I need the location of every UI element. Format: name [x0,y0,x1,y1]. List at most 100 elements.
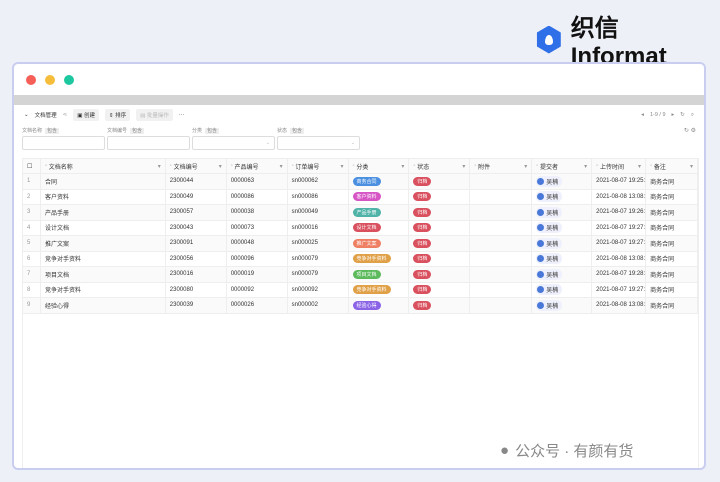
row-number: 9 [23,298,41,313]
submitter: 吴楠 [536,206,563,218]
status-tag: 归档 [413,207,432,217]
order-number: sn000062 [288,174,349,189]
row-number: 3 [23,205,41,220]
filter-operator[interactable]: 包含 [290,128,305,134]
note: 商务合同 [646,236,698,251]
doc-name: 产品手册 [41,205,166,220]
collapse-icon[interactable]: ⌄ [24,112,29,118]
column-header[interactable]: ◦ 分类 [349,159,410,173]
column-header[interactable]: ◦ 上传时间 [592,159,647,173]
product-number: 0000048 [227,236,288,251]
product-number: 0000019 [227,267,288,282]
product-number: 0000096 [227,251,288,266]
refresh-icon[interactable]: ↻ [680,112,685,119]
doc-number: 2300043 [166,220,227,235]
table-row[interactable]: 5 推广文案 2300091 0000048 sn000025 推广文案 归档 … [23,236,698,252]
batch-button[interactable]: ▤ 批量操作 [136,109,173,121]
order-number: sn000079 [288,267,349,282]
table-row[interactable]: 9 经验心得 2300039 0000026 sn000002 经验心得 归档 … [23,298,698,314]
column-header[interactable]: ◦ 备注 [646,159,698,173]
category-tag: 产品手册 [352,207,381,217]
doc-name: 客户资料 [41,189,166,204]
category-tag: 项目文档 [352,269,381,279]
filter-bar: ↻ ⚙ 文档名称 包含 文档编号 包含 分类 包含 ⌄ 状态 包含 ⌄ [14,125,704,150]
category-tag: 客户资料 [352,192,381,202]
table-row[interactable]: 2 客户资料 2300049 0000086 sn000086 客户资料 归档 … [23,189,698,205]
status-tag: 归档 [413,300,432,310]
row-number: 2 [23,189,41,204]
logo-icon [536,25,561,54]
table-row[interactable]: 8 竞争对手资料 2300080 0000092 sn000092 竞争对手资料… [23,282,698,298]
share-icon[interactable]: ⋖ [63,112,68,118]
filter-operator[interactable]: 包含 [205,128,220,134]
table-row[interactable]: 4 设计文档 2300043 0000073 sn000016 设计文档 归档 … [23,220,698,236]
product-number: 0000092 [227,282,288,297]
doc-number: 2300039 [166,298,227,313]
avatar [537,286,545,294]
category-tag: 商务合同 [352,176,381,186]
order-number: sn000092 [288,282,349,297]
column-header[interactable]: ◦ 文档编号 [166,159,227,173]
filter-input[interactable] [107,136,190,150]
status-tag: 归档 [413,223,432,233]
note: 商务合同 [646,174,698,189]
data-table: ☐◦ 文档名称◦ 文档编号◦ 产品编号◦ 订单编号◦ 分类◦ 状态◦ 附件◦ 提… [22,158,699,468]
sort-button[interactable]: ⇕ 排序 [104,109,131,121]
submitter: 吴楠 [536,299,563,311]
column-header[interactable]: ◦ 状态 [409,159,471,173]
table-header: ☐◦ 文档名称◦ 文档编号◦ 产品编号◦ 订单编号◦ 分类◦ 状态◦ 附件◦ 提… [23,159,698,174]
note: 商务合同 [646,251,698,266]
column-header[interactable]: ◦ 附件 [470,159,533,173]
note: 商务合同 [646,282,698,297]
column-header[interactable]: ◦ 订单编号 [288,159,349,173]
create-button[interactable]: ▣ 创建 [73,109,99,121]
minimize-dot[interactable] [45,74,55,85]
settings-icon[interactable]: ⚙ [691,128,696,134]
table-row[interactable]: 3 产品手册 2300057 0000038 sn000049 产品手册 归档 … [23,205,698,221]
attachment-cell [470,267,533,282]
filter-input[interactable]: ⌄ [277,136,360,150]
upload-time: 2021-08-07 19:27:44 [592,282,647,297]
submitter: 吴楠 [536,175,563,187]
doc-name: 经验心得 [41,298,166,313]
category-tag: 竞争对手资料 [352,254,391,264]
note: 商务合同 [646,189,698,204]
upload-time: 2021-08-07 19:28:02 [592,267,647,282]
column-header[interactable]: ◦ 提交者 [532,159,593,173]
column-header[interactable]: ◦ 产品编号 [227,159,288,173]
next-page-icon[interactable]: ▸ [672,112,675,119]
attachment-cell [470,205,533,220]
row-number: 4 [23,220,41,235]
reset-icon[interactable]: ↻ [684,128,689,134]
filter-input[interactable] [22,136,105,150]
table-row[interactable]: 6 竞争对手资料 2300056 0000096 sn000079 竞争对手资料… [23,251,698,267]
upload-time: 2021-08-07 19:25:59 [592,174,647,189]
product-number: 0000026 [227,298,288,313]
module-title: 文档管理 [34,113,57,119]
product-number: 0000073 [227,220,288,235]
filter-operator[interactable]: 包含 [45,128,60,134]
product-number: 0000063 [227,174,288,189]
prev-page-icon[interactable]: ◂ [641,112,644,119]
attachment-cell [470,282,533,297]
select-all-checkbox[interactable]: ☐ [23,159,41,173]
doc-number: 2300016 [166,267,227,282]
table-row[interactable]: 1 合同 2300044 0000063 sn000062 商务合同 归档 吴楠… [23,174,698,190]
doc-number: 2300056 [166,251,227,266]
filter-operator[interactable]: 包含 [130,128,145,134]
table-row[interactable]: 7 项目文档 2300016 0000019 sn000079 项目文档 归档 … [23,267,698,283]
attachment-cell [470,251,533,266]
search-icon[interactable]: ⌕ [691,112,694,119]
close-dot[interactable] [26,74,36,85]
filter-1: 文档编号 包含 [107,127,190,150]
note: 商务合同 [646,205,698,220]
column-header[interactable]: ◦ 文档名称 [41,159,166,173]
title-bar [14,64,704,95]
filter-input[interactable]: ⌄ [192,136,275,150]
category-tag: 经验心得 [352,300,381,310]
category-tag: 推广文案 [352,238,381,248]
row-number: 8 [23,282,41,297]
more-button[interactable]: ··· [179,112,185,118]
avatar [537,224,545,232]
maximize-dot[interactable] [64,74,74,85]
